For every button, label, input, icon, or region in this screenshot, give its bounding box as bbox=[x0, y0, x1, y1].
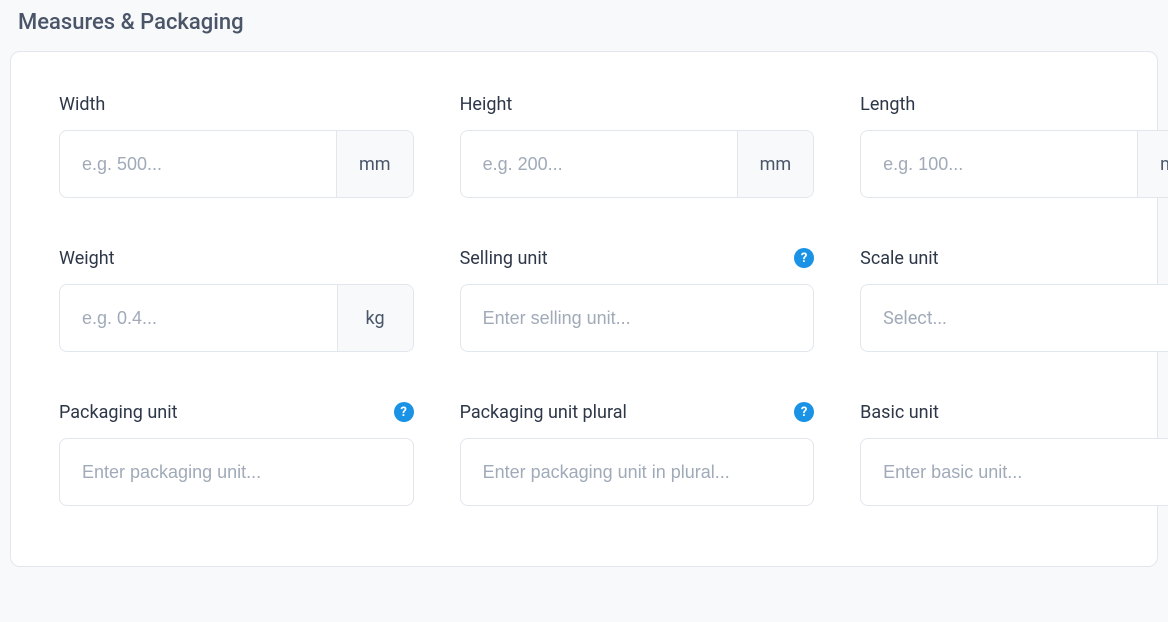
scale-unit-select[interactable]: Select... bbox=[860, 284, 1168, 352]
height-suffix: mm bbox=[737, 131, 814, 197]
length-input-group: mm bbox=[860, 130, 1168, 198]
basic-unit-label: Basic unit bbox=[860, 402, 939, 423]
label-row: Selling unit ? bbox=[460, 246, 815, 270]
packaging-unit-input[interactable] bbox=[59, 438, 414, 506]
field-width: Width mm bbox=[59, 92, 414, 198]
width-input-group: mm bbox=[59, 130, 414, 198]
selling-unit-label: Selling unit bbox=[460, 248, 548, 269]
basic-unit-input[interactable] bbox=[860, 438, 1168, 506]
weight-input[interactable] bbox=[60, 285, 337, 351]
weight-input-group: kg bbox=[59, 284, 414, 352]
label-row: Length bbox=[860, 92, 1168, 116]
field-weight: Weight kg bbox=[59, 246, 414, 352]
label-row: Basic unit ? bbox=[860, 400, 1168, 424]
length-suffix: mm bbox=[1137, 131, 1168, 197]
length-input[interactable] bbox=[861, 131, 1137, 197]
weight-suffix: kg bbox=[337, 285, 413, 351]
field-height: Height mm bbox=[460, 92, 815, 198]
field-basic-unit: Basic unit ? bbox=[860, 400, 1168, 506]
width-input[interactable] bbox=[60, 131, 336, 197]
measures-card: Width mm Height mm Length mm bbox=[10, 51, 1158, 567]
form-grid: Width mm Height mm Length mm bbox=[59, 92, 1109, 506]
field-length: Length mm bbox=[860, 92, 1168, 198]
section-title: Measures & Packaging bbox=[18, 10, 1158, 35]
help-icon[interactable]: ? bbox=[794, 402, 814, 422]
scale-unit-placeholder: Select... bbox=[883, 308, 1168, 329]
selling-unit-input[interactable] bbox=[460, 284, 815, 352]
height-input-group: mm bbox=[460, 130, 815, 198]
label-row: Scale unit bbox=[860, 246, 1168, 270]
weight-label: Weight bbox=[59, 248, 115, 269]
help-icon[interactable]: ? bbox=[394, 402, 414, 422]
scale-unit-label: Scale unit bbox=[860, 248, 938, 269]
field-selling-unit: Selling unit ? bbox=[460, 246, 815, 352]
packaging-unit-label: Packaging unit bbox=[59, 402, 178, 423]
label-row: Height bbox=[460, 92, 815, 116]
field-scale-unit: Scale unit Select... bbox=[860, 246, 1168, 352]
help-icon[interactable]: ? bbox=[794, 248, 814, 268]
label-row: Weight bbox=[59, 246, 414, 270]
label-row: Packaging unit ? bbox=[59, 400, 414, 424]
field-packaging-unit-plural: Packaging unit plural ? bbox=[460, 400, 815, 506]
field-packaging-unit: Packaging unit ? bbox=[59, 400, 414, 506]
height-label: Height bbox=[460, 94, 513, 115]
width-suffix: mm bbox=[336, 131, 413, 197]
length-label: Length bbox=[860, 94, 915, 115]
packaging-unit-plural-label: Packaging unit plural bbox=[460, 402, 627, 423]
packaging-unit-plural-input[interactable] bbox=[460, 438, 815, 506]
width-label: Width bbox=[59, 94, 105, 115]
height-input[interactable] bbox=[461, 131, 737, 197]
label-row: Width bbox=[59, 92, 414, 116]
label-row: Packaging unit plural ? bbox=[460, 400, 815, 424]
